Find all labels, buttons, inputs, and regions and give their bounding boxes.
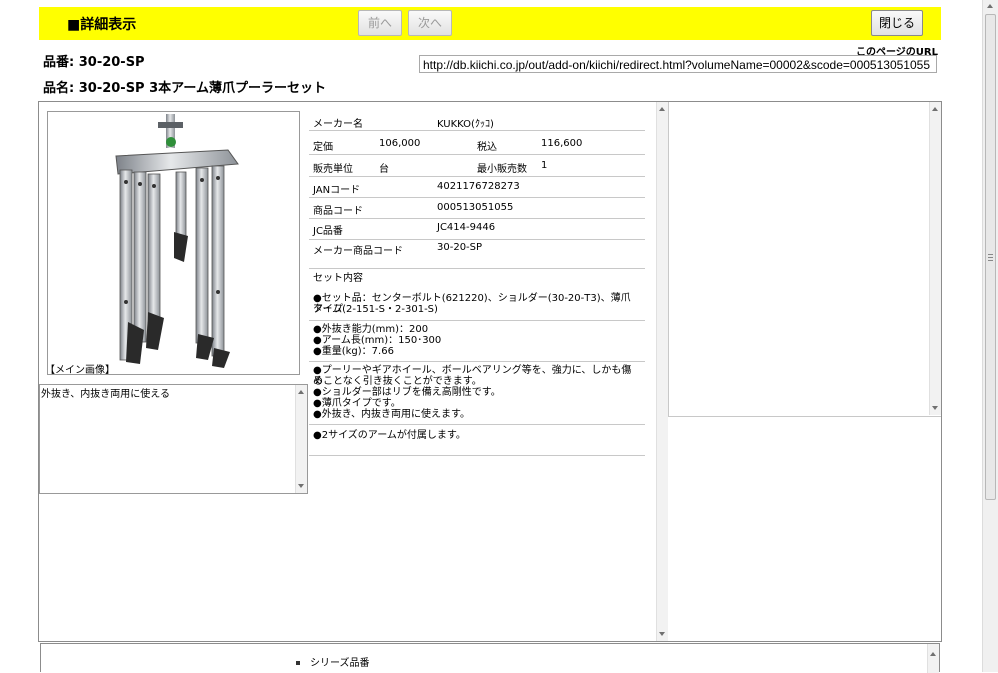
spec-row-maker-code: メーカー商品コード 30-20-SP (309, 240, 645, 269)
jan-value: 4021176728273 (437, 181, 520, 192)
scroll-up-icon[interactable] (987, 4, 993, 8)
min-qty-label: 最小販売数 (477, 164, 527, 175)
feature-line3: ●ショルダー部はリブを備え高剛性です。 (313, 387, 501, 398)
jc-value: JC414-9446 (437, 222, 496, 233)
spec-row-code: 商品コード 000513051055 (309, 198, 645, 219)
series-scrollbar[interactable] (927, 644, 939, 673)
maker-label: メーカー名 (313, 119, 363, 130)
capacity-section: ●外抜き能力(mm)：200 ●アーム長(mm)：150･300 ●重量(kg)… (309, 321, 645, 362)
capacity-line: ●外抜き能力(mm)：200 (313, 324, 429, 335)
arm-note-section: ●2サイズのアームが付属します。 (309, 425, 645, 456)
maker-code-value: 30-20-SP (437, 242, 483, 253)
set-contents-line2: アーム(2-151-S・2-301-S) (313, 304, 438, 315)
product-number: 品番: 30-20-SP (43, 55, 145, 70)
code-value: 000513051055 (437, 202, 514, 213)
arm-length-line: ●アーム長(mm)：150･300 (313, 335, 442, 346)
feature-line5: ●外抜き、内抜き両用に使えます。 (313, 409, 471, 420)
spec-row-maker: メーカー名 KUKKO(ｸｯｺ) (309, 110, 645, 131)
page-title: ■詳細表示 (67, 17, 137, 33)
scroll-up-icon[interactable] (932, 107, 938, 111)
feature-line4: ●薄爪タイプです。 (313, 398, 401, 409)
series-item: シリーズ品番 (296, 654, 370, 669)
right-panel-scrollbar[interactable] (929, 102, 941, 415)
unit-value: 台 (379, 164, 389, 175)
feature-line2: ることなく引き抜くことができます。 (313, 376, 482, 387)
min-qty-value: 1 (541, 160, 548, 171)
price-value: 106,000 (379, 138, 421, 149)
close-button[interactable]: 閉じる (871, 10, 923, 36)
grip-line (988, 260, 993, 261)
spec-row-unit: 販売単位 台 最小販売数 1 (309, 155, 645, 177)
scroll-up-icon[interactable] (298, 390, 304, 394)
jc-label: JC品番 (313, 226, 343, 237)
code-label: 商品コード (313, 206, 363, 217)
description-text: 外抜き、内抜き両用に使える (41, 389, 170, 400)
scroll-down-icon[interactable] (659, 632, 665, 636)
set-contents-title: セット内容 (313, 273, 363, 284)
grip-line (988, 254, 993, 255)
set-contents-section: セット内容 ●セット品：センターボルト(621220)、ショルダー(30-20-… (309, 269, 645, 321)
taxin-value: 116,600 (541, 138, 583, 149)
right-panel (668, 102, 941, 417)
header-bar: ■詳細表示 前へ 次へ 閉じる (39, 7, 941, 40)
grip-line (988, 257, 993, 258)
puller-set-image (115, 114, 239, 368)
series-frame (40, 643, 940, 673)
page-scrollbar[interactable] (982, 0, 998, 672)
feature-section: ●プーリーやギアホイール、ボールベアリング等を、強力に、しかも傷め ることなく引… (309, 362, 645, 425)
spec-row-jc: JC品番 JC414-9446 (309, 219, 645, 240)
spec-scrollbar[interactable] (656, 102, 668, 641)
description-textarea[interactable]: 外抜き、内抜き両用に使える (39, 384, 308, 494)
spec-row-jan: JANコード 4021176728273 (309, 177, 645, 198)
scroll-down-icon[interactable] (298, 484, 304, 488)
maker-code-label: メーカー商品コード (313, 246, 403, 257)
bullet-icon (296, 661, 300, 665)
scroll-down-icon[interactable] (932, 406, 938, 410)
main-image (47, 111, 300, 375)
prev-button[interactable]: 前へ (358, 10, 402, 36)
spec-row-price: 定価 106,000 税込 116,600 (309, 131, 645, 155)
page-url-field[interactable]: http://db.kiichi.co.jp/out/add-on/kiichi… (419, 55, 937, 73)
maker-value: KUKKO(ｸｯｺ) (437, 119, 494, 130)
jan-label: JANコード (313, 185, 361, 196)
taxin-label: 税込 (477, 142, 497, 153)
next-button[interactable]: 次へ (408, 10, 452, 36)
arm-note-line: ●2サイズのアームが付属します。 (313, 430, 466, 441)
scroll-up-icon[interactable] (930, 652, 936, 656)
scroll-up-icon[interactable] (659, 107, 665, 111)
page-scroll-thumb[interactable] (985, 14, 996, 500)
description-scrollbar[interactable] (295, 385, 307, 493)
product-name: 品名: 30-20-SP 3本アーム薄爪プーラーセット (43, 81, 326, 96)
series-label: シリーズ品番 (310, 658, 370, 669)
price-label: 定価 (313, 142, 333, 153)
main-image-caption: 【メイン画像】 (45, 365, 115, 376)
unit-label: 販売単位 (313, 164, 353, 175)
weight-line: ●重量(kg)：7.66 (313, 346, 394, 357)
